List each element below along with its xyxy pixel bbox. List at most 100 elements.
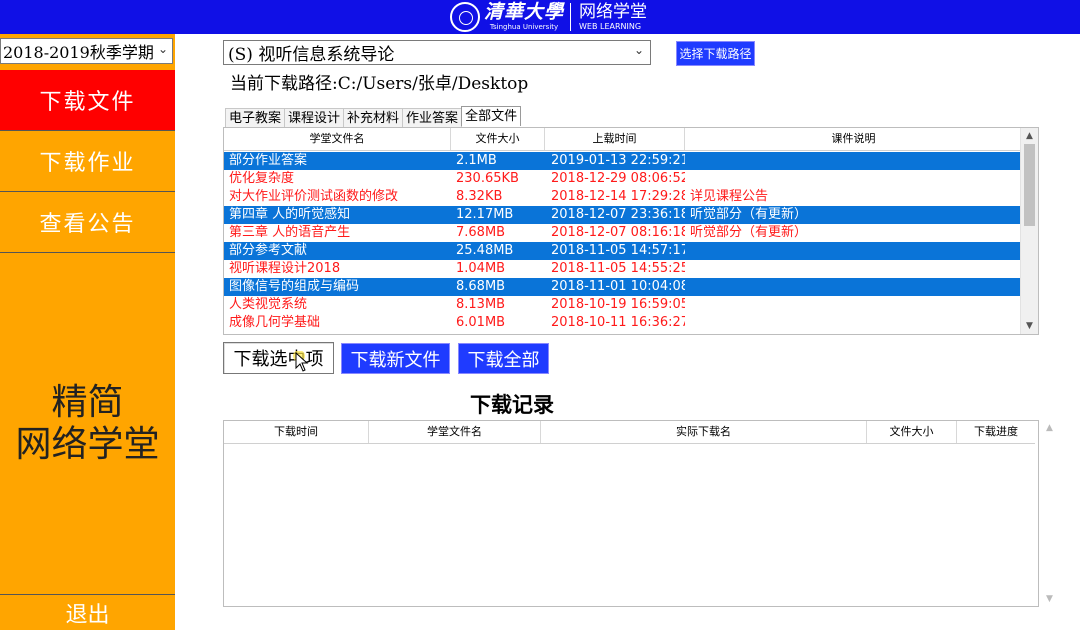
site-name-en: WEB LEARNING bbox=[579, 21, 642, 31]
choose-download-path-button[interactable]: 选择下载路径 bbox=[676, 41, 755, 66]
semester-value: 2018-2019秋季学期 bbox=[3, 43, 154, 62]
course-value: (S) 视听信息系统导论 bbox=[228, 45, 395, 65]
file-table-row[interactable]: 第三章 人的语音产生 7.68MB 2018-12-07 08:16:18 听觉部分（… bbox=[224, 224, 1022, 242]
column-header-size[interactable]: 文件大小 bbox=[867, 421, 957, 443]
download-record-table: 下载时间 学堂文件名 实际下载名 文件大小 下载进度 ▲ ▼ bbox=[223, 420, 1053, 607]
download-record-scrollbar[interactable]: ▲ ▼ bbox=[1041, 421, 1058, 606]
file-size-cell: 2.1MB bbox=[456, 153, 497, 168]
upload-time-cell: 2018-10-11 16:36:27 bbox=[551, 315, 685, 330]
scroll-down-icon[interactable]: ▼ bbox=[1041, 594, 1058, 604]
file-table-header: 学堂文件名 文件大小 上载时间 课件说明 bbox=[224, 128, 1022, 151]
file-name-cell: 人类视觉系统 bbox=[229, 297, 308, 312]
file-size-cell: 230.65KB bbox=[456, 171, 519, 186]
column-header-filename[interactable]: 学堂文件名 bbox=[369, 421, 541, 443]
site-name: 网络学堂 WEB LEARNING bbox=[579, 1, 648, 31]
app-brand-line1: 精简 bbox=[51, 382, 124, 423]
file-name-cell: 优化复杂度 bbox=[229, 171, 295, 186]
description-cell bbox=[685, 260, 1022, 278]
download-all-button[interactable]: 下载全部 bbox=[458, 343, 549, 374]
chevron-down-icon[interactable]: ⌄ bbox=[158, 42, 168, 56]
column-header-download-time[interactable]: 下载时间 bbox=[224, 421, 369, 443]
description-cell bbox=[685, 296, 1022, 314]
scroll-up-icon[interactable]: ▲ bbox=[1021, 128, 1038, 144]
file-table-row[interactable]: 部分作业答案 2.1MB 2019-01-13 22:59:21 bbox=[224, 152, 1022, 170]
site-logo: 清華大學 Tsinghua University 网络学堂 WEB LEARNI… bbox=[450, 1, 647, 33]
column-header-filename[interactable]: 学堂文件名 bbox=[224, 128, 451, 150]
description-cell: 听觉部分（有更新） bbox=[690, 225, 808, 240]
description-cell bbox=[685, 314, 1022, 332]
file-table-row[interactable]: 对大作业评价测试函数的修改 8.32KB 2018-12-14 17:29:28 详见… bbox=[224, 188, 1022, 206]
file-size-cell: 7.68MB bbox=[456, 225, 506, 240]
file-table-row[interactable]: 部分参考文献 25.48MB 2018-11-05 14:57:17 bbox=[224, 242, 1022, 260]
scroll-down-icon[interactable]: ▼ bbox=[1021, 318, 1038, 334]
tab-course-design[interactable]: 课程设计 bbox=[284, 108, 345, 127]
scrollbar-thumb[interactable] bbox=[1024, 144, 1035, 226]
column-header-upload-time[interactable]: 上载时间 bbox=[545, 128, 685, 150]
upload-time-cell: 2018-12-29 08:06:52 bbox=[551, 171, 685, 186]
university-name: 清華大學 Tsinghua University bbox=[484, 3, 564, 31]
tab-homework-answers[interactable]: 作业答案 bbox=[402, 108, 463, 127]
description-cell bbox=[685, 170, 1022, 188]
download-record-title: 下载记录 bbox=[470, 393, 554, 417]
nav-download-files[interactable]: 下载文件 bbox=[0, 70, 175, 131]
tab-all-files[interactable]: 全部文件 bbox=[461, 106, 522, 126]
file-table-row[interactable]: 视听课程设计2018 1.04MB 2018-11-05 14:55:25 bbox=[224, 260, 1022, 278]
file-name-cell: 第三章 人的语音产生 bbox=[229, 225, 351, 240]
exit-button[interactable]: 退出 bbox=[0, 594, 175, 630]
app-brand-line2: 网络学堂 bbox=[15, 424, 160, 465]
logo-divider bbox=[570, 3, 572, 31]
upload-time-cell: 2018-12-07 23:36:18 bbox=[551, 207, 685, 222]
file-size-cell: 8.68MB bbox=[456, 279, 506, 294]
semester-select[interactable]: 2018-2019秋季学期 ⌄ bbox=[0, 38, 173, 64]
tab-lecture-notes[interactable]: 电子教案 bbox=[225, 108, 286, 127]
upload-time-cell: 2018-11-05 14:55:25 bbox=[551, 261, 685, 276]
file-size-cell: 8.32KB bbox=[456, 189, 503, 204]
download-record-header: 下载时间 学堂文件名 实际下载名 文件大小 下载进度 bbox=[224, 421, 1035, 444]
file-table-scrollbar[interactable]: ▲ ▼ bbox=[1020, 128, 1038, 334]
upload-time-cell: 2018-11-05 14:57:17 bbox=[551, 243, 685, 258]
upload-time-cell: 2019-01-13 22:59:21 bbox=[551, 153, 685, 168]
university-name-cn: 清華大學 bbox=[484, 1, 565, 23]
scroll-up-icon[interactable]: ▲ bbox=[1041, 423, 1058, 433]
file-table-row[interactable]: 成像几何学基础 6.01MB 2018-10-11 16:36:27 bbox=[224, 314, 1022, 332]
description-cell bbox=[685, 152, 1022, 170]
site-name-cn: 网络学堂 bbox=[579, 1, 648, 22]
column-header-description[interactable]: 课件说明 bbox=[685, 128, 1022, 150]
file-category-tabs: 电子教案 课程设计 补充材料 作业答案 全部文件 bbox=[225, 106, 522, 127]
chevron-down-icon[interactable]: ⌄ bbox=[634, 43, 644, 57]
upload-time-cell: 2018-12-07 08:16:18 bbox=[551, 225, 685, 240]
upload-time-cell: 2018-11-01 10:04:08 bbox=[551, 279, 685, 294]
download-selected-button[interactable]: 下载选中项 bbox=[223, 342, 334, 374]
file-name-cell: 第四章 人的听觉感知 bbox=[229, 207, 351, 222]
download-new-files-button[interactable]: 下载新文件 bbox=[341, 343, 450, 374]
app-brand: 精简 网络学堂 bbox=[0, 382, 175, 466]
tab-supplementary[interactable]: 补充材料 bbox=[343, 108, 404, 127]
mouse-pointer-icon bbox=[293, 351, 309, 372]
column-header-actual-name[interactable]: 实际下载名 bbox=[541, 421, 867, 443]
description-cell: 听觉部分（有更新） bbox=[690, 207, 808, 222]
file-name-cell: 部分参考文献 bbox=[229, 243, 308, 258]
column-header-progress[interactable]: 下载进度 bbox=[957, 421, 1035, 443]
file-table-row[interactable]: 第四章 人的听觉感知 12.17MB 2018-12-07 23:36:18 听觉部分… bbox=[224, 206, 1022, 224]
upload-time-cell: 2018-12-14 17:29:28 bbox=[551, 189, 685, 204]
file-name-cell: 视听课程设计2018 bbox=[229, 261, 341, 276]
file-name-cell: 部分作业答案 bbox=[229, 153, 308, 168]
nav-download-homework[interactable]: 下载作业 bbox=[0, 131, 175, 192]
nav-view-notices[interactable]: 查看公告 bbox=[0, 192, 175, 253]
file-table-body: 部分作业答案 2.1MB 2019-01-13 22:59:21 优化复杂度 230.6… bbox=[224, 152, 1022, 332]
file-name-cell: 对大作业评价测试函数的修改 bbox=[229, 189, 399, 204]
university-name-en: Tsinghua University bbox=[489, 23, 559, 31]
description-cell: 详见课程公告 bbox=[690, 189, 769, 204]
file-table: 学堂文件名 文件大小 上载时间 课件说明 部分作业答案 2.1MB 2019-01-… bbox=[223, 127, 1039, 335]
file-table-row[interactable]: 图像信号的组成与编码 8.68MB 2018-11-01 10:04:08 bbox=[224, 278, 1022, 296]
description-cell bbox=[685, 242, 1022, 260]
file-size-cell: 1.04MB bbox=[456, 261, 506, 276]
file-name-cell: 图像信号的组成与编码 bbox=[229, 279, 360, 294]
file-table-row[interactable]: 人类视觉系统 8.13MB 2018-10-19 16:59:05 bbox=[224, 296, 1022, 314]
file-size-cell: 25.48MB bbox=[456, 243, 514, 258]
current-download-path: 当前下载路径:C:/Users/张卓/Desktop bbox=[230, 74, 529, 94]
course-select[interactable]: (S) 视听信息系统导论 ⌄ bbox=[223, 40, 651, 65]
description-cell bbox=[685, 278, 1022, 296]
file-table-row[interactable]: 优化复杂度 230.65KB 2018-12-29 08:06:52 bbox=[224, 170, 1022, 188]
column-header-size[interactable]: 文件大小 bbox=[451, 128, 545, 150]
